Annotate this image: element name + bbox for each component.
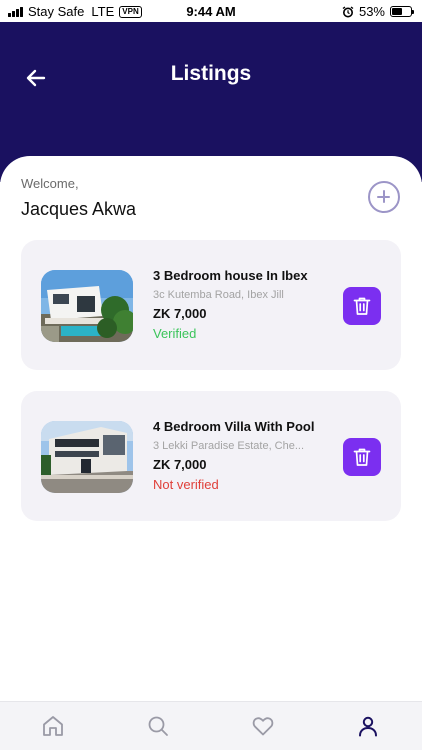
battery-icon [390,6,414,17]
content-sheet: Welcome, Jacques Akwa 3 Bedroom house In… [0,156,422,701]
listing-card[interactable]: 3 Bedroom house In Ibex 3c Kutemba Road,… [21,240,401,370]
nav-favorites[interactable] [249,712,277,740]
home-icon [43,716,63,736]
profile-icon [359,716,377,737]
status-bar: Stay Safe LTE VPN 9:44 AM 53% [0,0,422,22]
trash-icon [353,448,371,466]
listing-photo [41,421,133,493]
listing-address: 3 Lekki Paradise Estate, Che... [153,440,305,452]
listing-status: Verified [153,326,197,341]
user-name: Jacques Akwa [21,199,137,219]
page-title: Listings [170,62,252,85]
nav-profile[interactable] [354,712,382,740]
heart-icon [252,717,274,736]
battery-percent: 53% [358,4,385,19]
status-right: 53% [342,4,414,19]
search-icon [148,716,168,736]
bottom-nav [0,701,422,750]
listing-card[interactable]: 4 Bedroom Villa With Pool 3 Lekki Paradi… [21,391,401,521]
listing-price: ZK 7,000 [153,306,207,321]
listing-photo [41,270,133,342]
listing-status: Not verified [153,477,219,492]
listing-address: 3c Kutemba Road, Ibex Jill [153,289,284,301]
delete-listing-button[interactable] [343,438,381,476]
nav-search[interactable] [144,712,172,740]
add-listing-button[interactable] [368,181,400,213]
delete-listing-button[interactable] [343,287,381,325]
listing-title: 3 Bedroom house In Ibex [153,268,308,283]
trash-icon [353,297,371,315]
listing-price: ZK 7,000 [153,457,207,472]
nav-home[interactable] [39,712,67,740]
welcome-label: Welcome, [21,176,79,191]
alarm-icon [342,5,354,17]
listing-title: 4 Bedroom Villa With Pool [153,419,315,434]
